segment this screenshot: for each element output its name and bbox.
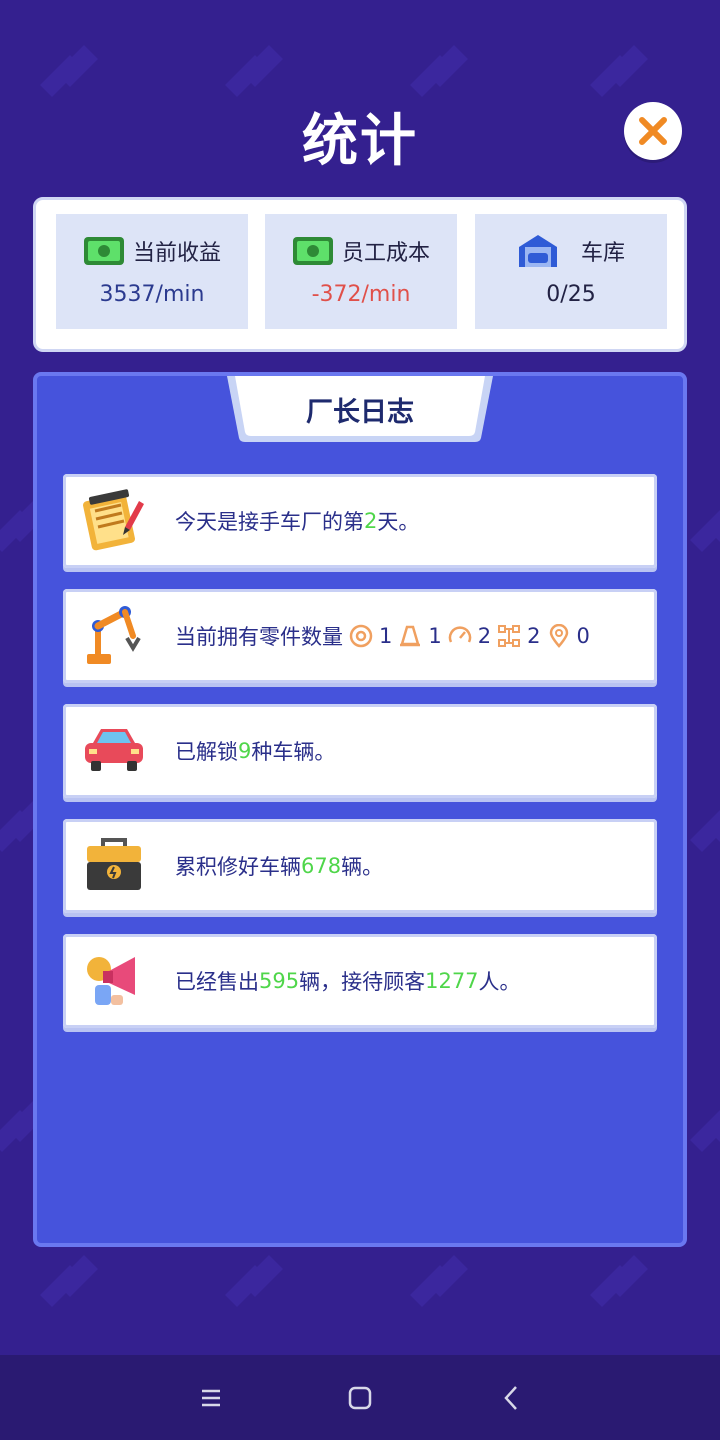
close-icon — [639, 117, 667, 145]
stat-label: 员工成本 — [341, 241, 430, 266]
log-title: 厂长日志 — [306, 397, 414, 428]
stat-value: 3537/min — [99, 282, 205, 307]
log-text: 已经售出 595 辆，接待顾客 1277 人。 — [175, 969, 521, 994]
part-tire: 1 — [349, 624, 392, 648]
log-row-repaired: 累积修好车辆 678 辆。 — [63, 819, 657, 913]
log-text: 已解锁 9 种车辆。 — [175, 739, 336, 764]
megaphone-icon — [87, 957, 135, 1005]
log-row-sales: 已经售出 595 辆，接待顾客 1277 人。 — [63, 934, 657, 1028]
menu-icon[interactable] — [196, 1383, 226, 1413]
sold-count: 595 — [259, 969, 300, 993]
system-nav-bar — [0, 1355, 720, 1440]
location-pin-icon — [549, 624, 568, 648]
garage-icon — [518, 235, 557, 267]
log-row-days: 今天是接手车厂的第 2 天。 — [63, 474, 657, 568]
part-location: 0 — [547, 624, 590, 648]
part-chassis: 2 — [497, 624, 541, 648]
stats-panel: 当前收益 3537/min 员工成本 -372/min 车库 0/25 — [33, 197, 687, 352]
stat-garage: 车库 0/25 — [475, 214, 667, 329]
log-text: 累积修好车辆 678 辆。 — [175, 854, 384, 879]
close-button[interactable] — [624, 102, 682, 160]
log-row-parts: 当前拥有零件数量 1 1 2 2 0 — [63, 589, 657, 683]
log-text: 当前拥有零件数量 1 1 2 2 0 — [175, 624, 590, 649]
unlocked-count: 9 — [238, 739, 252, 763]
toolbox-icon — [87, 838, 141, 890]
days-count: 2 — [364, 509, 378, 533]
customers-count: 1277 — [425, 969, 479, 993]
part-cone: 1 — [398, 624, 442, 648]
tire-icon — [349, 624, 373, 648]
back-icon[interactable] — [497, 1383, 527, 1413]
log-row-unlocked: 已解锁 9 种车辆。 — [63, 704, 657, 798]
notepad-icon — [83, 489, 144, 551]
robot-arm-icon — [87, 606, 141, 664]
cash-icon — [292, 237, 333, 265]
cone-icon — [400, 625, 421, 647]
stat-label: 当前收益 — [132, 241, 221, 266]
home-icon[interactable] — [345, 1383, 375, 1413]
gauge-icon — [448, 626, 471, 643]
page-title: 统计 — [302, 109, 418, 174]
stat-current-income: 当前收益 3537/min — [56, 214, 248, 329]
part-gauge: 2 — [448, 624, 491, 648]
car-icon — [85, 729, 143, 771]
stat-value: -372/min — [311, 282, 411, 307]
stat-label: 车库 — [580, 241, 625, 266]
chassis-icon — [498, 625, 521, 647]
repaired-count: 678 — [301, 854, 342, 878]
log-text: 今天是接手车厂的第 2 天。 — [175, 509, 420, 534]
stat-value: 0/25 — [546, 282, 596, 307]
cash-icon — [83, 237, 124, 265]
stat-staff-cost: 员工成本 -372/min — [265, 214, 457, 329]
